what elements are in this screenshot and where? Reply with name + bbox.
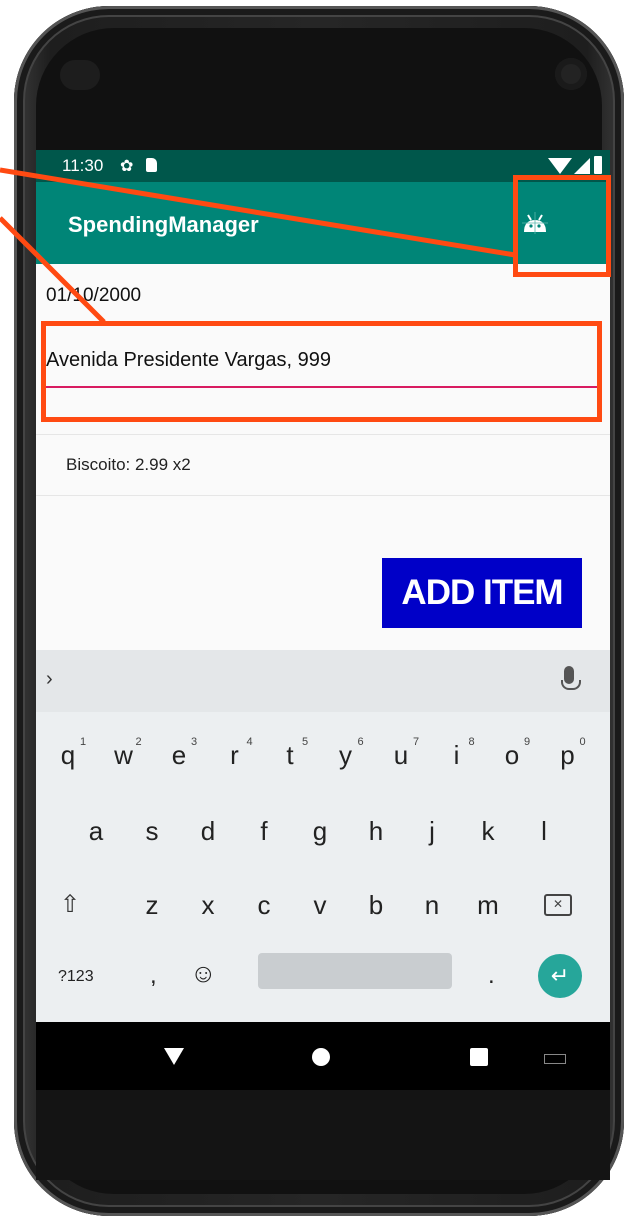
arrow-to-field: [0, 216, 106, 324]
highlight-box-field: [41, 321, 602, 422]
highlight-box-icon: [513, 175, 611, 277]
arrow-to-icon: [0, 167, 516, 258]
